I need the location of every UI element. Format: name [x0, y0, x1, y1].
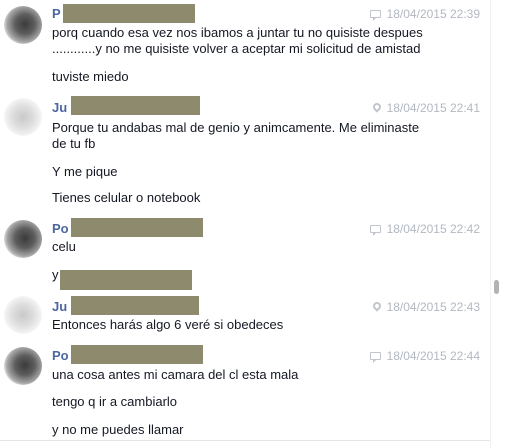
sender-name[interactable]: Po: [52, 221, 69, 237]
scrollbar[interactable]: [490, 0, 505, 448]
message-group: Po 18/04/2015 22:44 una cosa antes mi ca…: [0, 343, 490, 443]
chat-icon: [369, 225, 381, 236]
redaction-block: [71, 96, 200, 115]
message-text: celu: [52, 239, 76, 254]
avatar[interactable]: [4, 6, 42, 44]
message-meta: 18/04/2015 22:39: [369, 6, 480, 22]
message-group: Ju 18/04/2015 22:43 Entonces harás algo …: [0, 292, 490, 342]
sender-name[interactable]: Ju: [52, 299, 67, 315]
message-text: ............y no me quisiste volver a ac…: [52, 41, 421, 56]
redaction-block: [71, 218, 203, 237]
timestamp: 18/04/2015 22:43: [386, 300, 480, 314]
timestamp: 18/04/2015 22:39: [386, 7, 480, 21]
redaction-block: [71, 296, 199, 315]
redaction-block: [60, 270, 192, 290]
message-text: Tienes celular o notebook: [52, 190, 201, 205]
message-text: Porque tu andabas mal de genio y animcam…: [52, 120, 420, 135]
message-text: y no me puedes llamar: [52, 422, 184, 437]
sender-name[interactable]: Po: [52, 348, 69, 364]
message-text: de tu fb: [52, 136, 96, 151]
message-text: porq cuando esa vez nos ibamos a juntar …: [52, 25, 423, 40]
sender-name[interactable]: P: [52, 6, 61, 22]
message-meta: 18/04/2015 22:41: [370, 100, 480, 116]
message-group: Po 18/04/2015 22:42 celu y: [0, 216, 490, 291]
location-pin-icon: [370, 101, 383, 113]
sender-name[interactable]: Ju: [52, 100, 67, 116]
message-text: tuviste miedo: [52, 69, 129, 84]
avatar[interactable]: [4, 347, 42, 385]
message-group: P 18/04/2015 22:39 porq cuando esa vez n…: [0, 0, 490, 90]
message-text: Entonces harás algo 6 veré si obedeces: [52, 317, 284, 332]
avatar[interactable]: [4, 220, 42, 258]
chat-icon: [369, 352, 381, 363]
message-text: y: [52, 267, 59, 282]
chat-icon: [369, 10, 381, 21]
avatar[interactable]: [4, 98, 42, 136]
location-pin-icon: [370, 300, 383, 312]
avatar[interactable]: [4, 296, 42, 334]
bottom-divider: [0, 440, 490, 441]
redaction-block: [71, 345, 203, 364]
message-group: Ju 18/04/2015 22:41 Porque tu andabas ma…: [0, 92, 490, 217]
message-text: una cosa antes mi camara del cl esta mal…: [52, 367, 299, 382]
timestamp: 18/04/2015 22:41: [386, 101, 480, 115]
message-meta: 18/04/2015 22:44: [369, 348, 480, 364]
timestamp: 18/04/2015 22:44: [386, 349, 480, 363]
message-text: Y me pique: [52, 164, 118, 179]
message-meta: 18/04/2015 22:42: [369, 221, 480, 237]
message-meta: 18/04/2015 22:43: [370, 299, 480, 315]
timestamp: 18/04/2015 22:42: [386, 222, 480, 236]
conversation-thread: P 18/04/2015 22:39 porq cuando esa vez n…: [0, 0, 490, 448]
scrollbar-thumb[interactable]: [494, 280, 499, 294]
message-text: tengo q ir a cambiarlo: [52, 394, 178, 409]
redaction-block: [63, 4, 195, 23]
